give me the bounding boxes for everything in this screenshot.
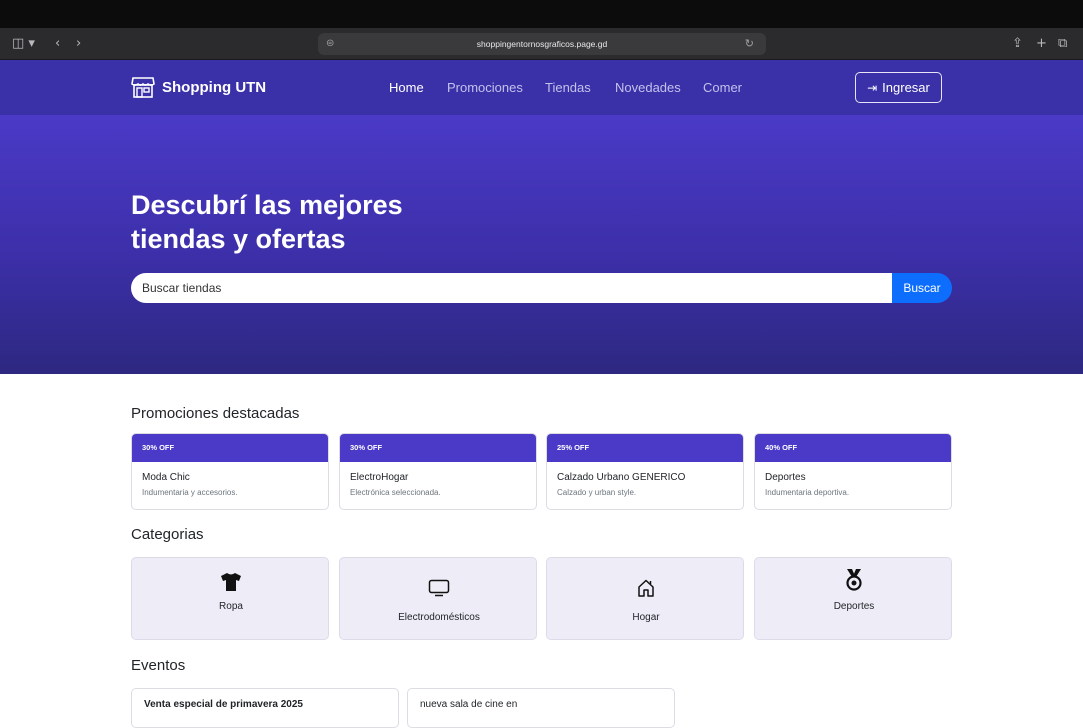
hero-title-line-1: Descubrí las mejores: [131, 190, 403, 220]
promo-badge: 25% OFF: [547, 434, 743, 462]
browser-toolbar: ◫ ▾ ‹ › ⊜ shoppingentornosgraficos.page.…: [0, 28, 1083, 60]
login-icon: ⇥: [867, 80, 878, 95]
promotions-title: Promociones destacadas: [131, 405, 300, 422]
promo-desc: Indumentaria deportiva.: [765, 488, 850, 497]
hero-title-line-2: tiendas y ofertas: [131, 224, 346, 254]
reload-icon[interactable]: ↻: [745, 33, 754, 55]
promo-card[interactable]: 30% OFF Moda Chic Indumentaria y accesor…: [131, 433, 329, 510]
category-hogar[interactable]: Hogar: [546, 557, 744, 640]
store-icon: [131, 77, 155, 98]
address-bar[interactable]: ⊜ shoppingentornosgraficos.page.gd ↻: [318, 33, 766, 55]
brand-logo[interactable]: Shopping UTN: [131, 76, 266, 98]
new-tab-icon[interactable]: +: [1036, 28, 1047, 60]
login-button[interactable]: ⇥ Ingresar: [855, 72, 942, 103]
promo-card[interactable]: 40% OFF Deportes Indumentaria deportiva.: [754, 433, 952, 510]
promo-desc: Indumentaria y accesorios.: [142, 488, 238, 497]
category-electrodomesticos[interactable]: Electrodomésticos: [339, 557, 537, 640]
category-ropa[interactable]: Ropa: [131, 557, 329, 640]
hero-title: Descubrí las mejores tiendas y ofertas: [131, 188, 551, 256]
promo-card[interactable]: 25% OFF Calzado Urbano GENERICO Calzado …: [546, 433, 744, 510]
forward-icon[interactable]: ›: [76, 28, 81, 60]
brand-name: Shopping UTN: [162, 78, 267, 96]
medal-icon: [755, 568, 953, 592]
categories-title: Categorias: [131, 526, 204, 543]
url-text: shoppingentornosgraficos.page.gd: [476, 39, 608, 49]
events-title: Eventos: [131, 657, 186, 674]
search-input[interactable]: [131, 273, 893, 303]
sidebar-toggle-icon[interactable]: ◫ ▾: [12, 28, 35, 60]
nav-home[interactable]: Home: [389, 80, 424, 95]
category-label: Hogar: [632, 612, 660, 623]
shirt-icon: [132, 572, 330, 592]
event-card[interactable]: nueva sala de cine en: [407, 688, 675, 728]
house-icon: [547, 578, 745, 598]
share-icon[interactable]: ⇪: [1012, 28, 1023, 60]
promo-name: Moda Chic: [142, 472, 190, 483]
promo-name: ElectroHogar: [350, 472, 409, 483]
promo-badge: 30% OFF: [132, 434, 328, 462]
nav-novedades[interactable]: Novedades: [615, 80, 681, 95]
category-label: Deportes: [833, 601, 875, 612]
site-navbar: Shopping UTN Home Promociones Tiendas No…: [0, 60, 1083, 115]
nav-promociones[interactable]: Promociones: [447, 80, 523, 95]
category-label: Electrodomésticos: [398, 612, 480, 623]
login-label: Ingresar: [882, 80, 930, 95]
promo-name: Deportes: [765, 472, 806, 483]
promo-name: Calzado Urbano GENERICO: [557, 472, 686, 483]
tab-overview-icon[interactable]: ⧉: [1058, 28, 1067, 60]
promo-desc: Calzado y urban style.: [557, 488, 637, 497]
search-button[interactable]: Buscar: [892, 273, 952, 303]
promo-desc: Electrónica seleccionada.: [350, 488, 441, 497]
back-icon[interactable]: ‹: [55, 28, 60, 60]
nav-tiendas[interactable]: Tiendas: [545, 80, 591, 95]
category-label: Ropa: [219, 601, 243, 612]
promo-badge: 40% OFF: [755, 434, 951, 462]
tv-icon: [340, 579, 538, 597]
nav-comer[interactable]: Comer: [703, 80, 742, 95]
hero-section: Descubrí las mejores tiendas y ofertas B…: [0, 115, 1083, 374]
promo-badge: 30% OFF: [340, 434, 536, 462]
event-card[interactable]: Venta especial de primavera 2025: [131, 688, 399, 728]
category-deportes[interactable]: Deportes: [754, 557, 952, 640]
window-top-bar: [0, 0, 1083, 28]
promo-card[interactable]: 30% OFF ElectroHogar Electrónica selecci…: [339, 433, 537, 510]
